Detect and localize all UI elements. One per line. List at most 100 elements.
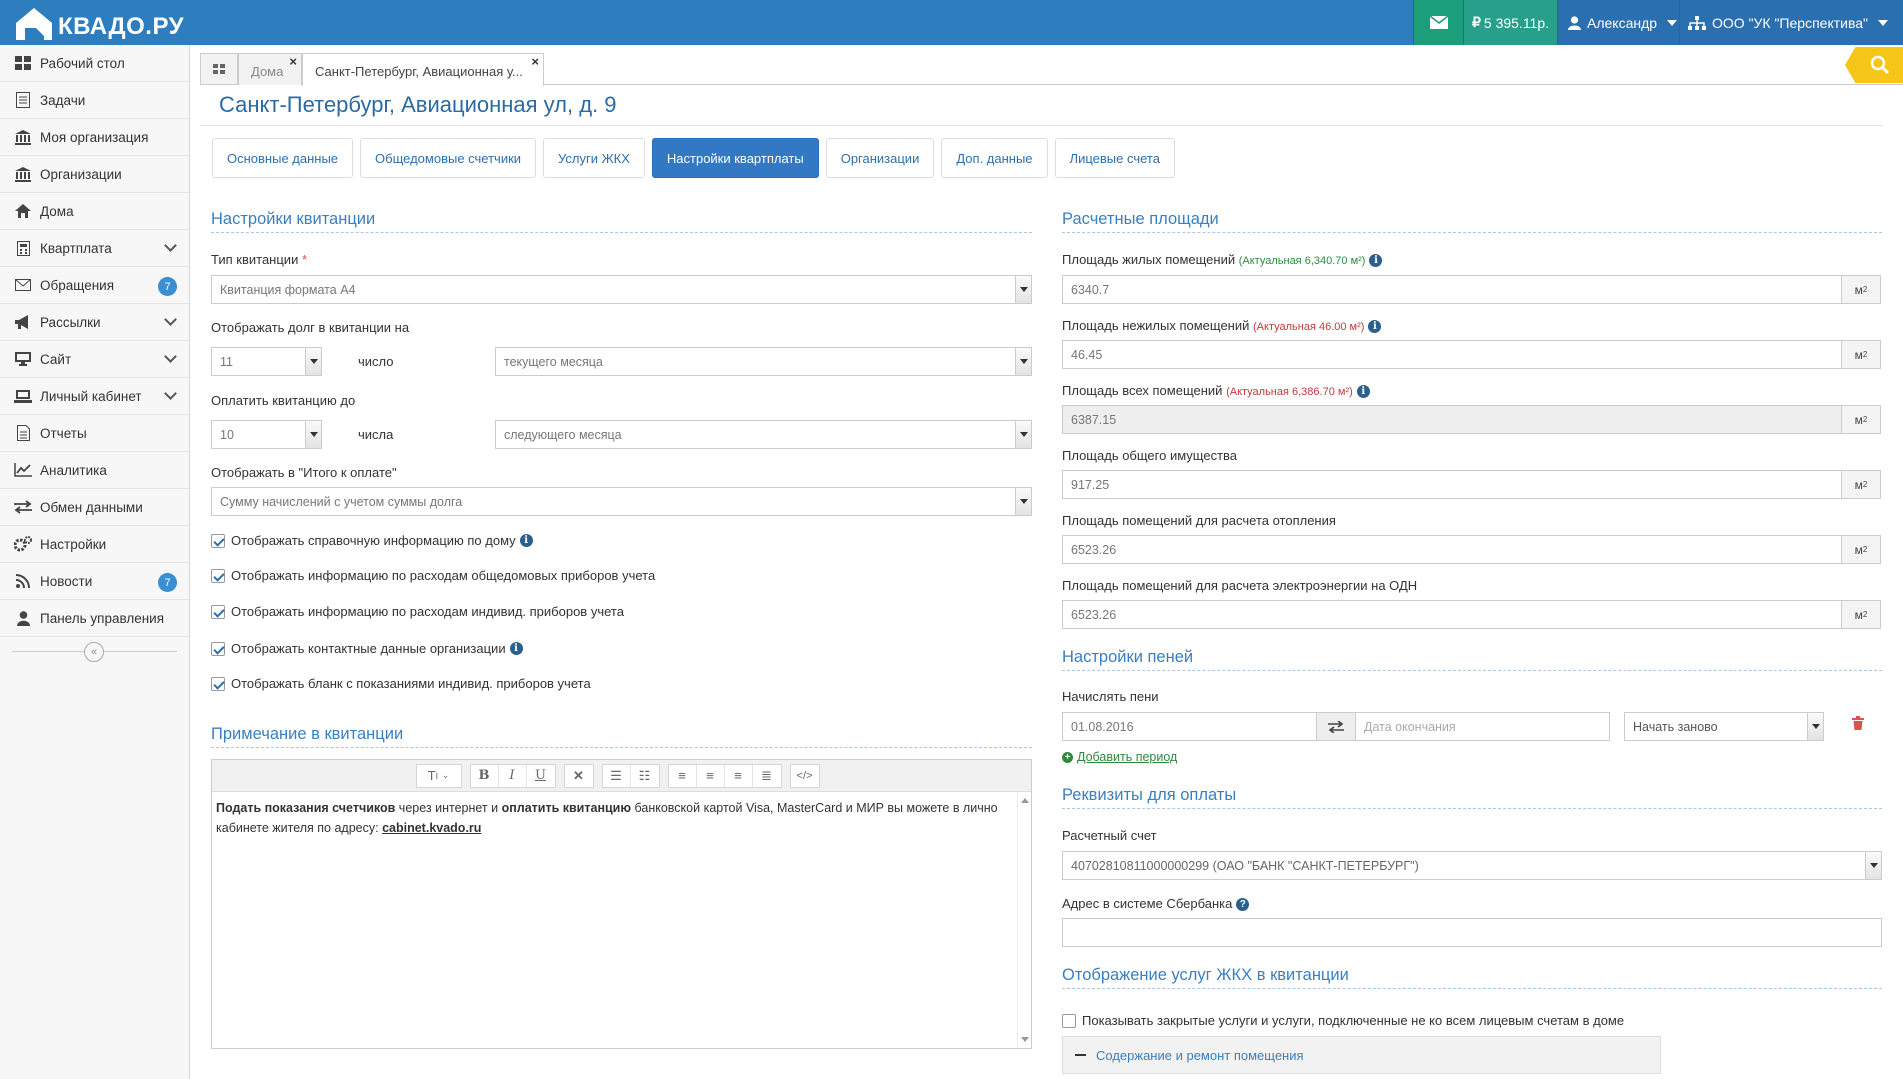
checkbox-contacts[interactable]: Отображать контактные данные организации… [211, 641, 523, 656]
align-right-icon[interactable]: ≡ [725, 764, 753, 787]
sidebar-item-tasks[interactable]: Задачи [0, 82, 189, 119]
electro-area-input[interactable]: 6523.26 [1062, 600, 1842, 629]
sidebar-item-control-panel[interactable]: Панель управления [0, 600, 189, 637]
sidebar-item-site[interactable]: Сайт [0, 341, 189, 378]
nonliving-area-input[interactable]: 46.45 [1062, 340, 1842, 369]
add-period-link[interactable]: + Добавить период [1062, 750, 1177, 764]
sidebar-item-houses[interactable]: Дома [0, 193, 189, 230]
tabs-grid-button[interactable] [200, 53, 238, 85]
pay-month-select[interactable]: следующего месяца [495, 420, 1032, 449]
penalty-start-input[interactable]: 01.08.2016 [1062, 712, 1317, 741]
subtab-extra-data[interactable]: Доп. данные [941, 138, 1048, 178]
org-menu[interactable]: ООО "УК "Перспектива" [1679, 0, 1903, 45]
checkbox[interactable] [211, 568, 225, 583]
sidebar-item-personal-cabinet[interactable]: Личный кабинет [0, 378, 189, 415]
sidebar-item-data-exchange[interactable]: Обмен данными [0, 489, 189, 526]
editor-content[interactable]: Подать показания счетчиков через интерне… [212, 792, 1012, 844]
sidebar-item-settings[interactable]: Настройки [0, 526, 189, 563]
sidebar-item-news[interactable]: Новости 7 [0, 563, 189, 600]
bullet-list-icon[interactable]: ☰ [603, 764, 631, 787]
logo[interactable]: КВАДО.РУ [14, 6, 184, 40]
sidebar-item-organizations[interactable]: Организации [0, 156, 189, 193]
scroll-up-icon[interactable] [1021, 798, 1029, 803]
checkbox-closed-services[interactable]: Показывать закрытые услуги и услуги, под… [1062, 1013, 1624, 1028]
italic-icon[interactable]: I [499, 764, 527, 787]
trash-icon[interactable] [1852, 716, 1864, 733]
sber-address-input[interactable] [1062, 918, 1882, 947]
penalty-mode-select[interactable]: Начать заново [1624, 712, 1824, 741]
info-icon[interactable]: i [1369, 254, 1383, 267]
search-button[interactable] [1845, 47, 1903, 83]
code-view-icon[interactable]: </> [791, 765, 819, 787]
align-left-icon[interactable]: ≡ [669, 764, 697, 787]
tab-house-detail[interactable]: Санкт-Петербург, Авиационная у... × [302, 53, 544, 86]
mail-button[interactable] [1413, 0, 1463, 45]
heating-area-input[interactable]: 6523.26 [1062, 535, 1842, 564]
checkbox[interactable] [211, 533, 225, 548]
subtab-rent-settings[interactable]: Настройки квартплаты [651, 138, 819, 178]
checkbox-house-info[interactable]: Отображать справочную информацию по дому… [211, 533, 533, 548]
swap-dates-button[interactable] [1316, 712, 1356, 741]
debt-day-select[interactable]: 11 [211, 347, 322, 376]
info-icon[interactable]: i [519, 534, 533, 547]
numbered-list-icon[interactable]: ☷ [631, 765, 659, 787]
checkbox-individual-meters[interactable]: Отображать информацию по расходам индиви… [211, 604, 624, 619]
checkbox[interactable] [211, 676, 225, 691]
underline-icon[interactable]: U [527, 765, 555, 787]
info-icon[interactable]: i [1368, 320, 1382, 333]
subtab-services[interactable]: Услуги ЖКХ [543, 138, 645, 178]
debt-month-select[interactable]: текущего месяца [495, 347, 1032, 376]
sidebar-item-mailings[interactable]: Рассылки [0, 304, 189, 341]
scroll-down-icon[interactable] [1021, 1037, 1029, 1042]
subtab-common-meters[interactable]: Общедомовые счетчики [360, 138, 537, 178]
tab-houses[interactable]: Дома × [238, 53, 302, 85]
align-justify-icon[interactable]: ≣ [753, 765, 781, 787]
close-icon[interactable]: × [289, 54, 297, 69]
sidebar-item-my-organization[interactable]: Моя организация [0, 119, 189, 156]
sidebar-item-dashboard[interactable]: Рабочий стол [0, 45, 189, 82]
penalty-end-input[interactable]: Дата окончания [1355, 712, 1610, 741]
checkbox[interactable] [211, 604, 225, 619]
collapse-sidebar-button[interactable]: « [84, 642, 104, 662]
home-icon [12, 202, 34, 220]
unit-addon: м2 [1841, 535, 1881, 564]
input-placeholder: Дата окончания [1364, 720, 1456, 734]
receipt-type-select[interactable]: Квитанция формата А4 [211, 275, 1032, 304]
common-area-input[interactable]: 917.25 [1062, 470, 1842, 499]
pay-day-word: числа [358, 427, 394, 442]
subtab-organizations[interactable]: Организации [825, 138, 935, 178]
cabinet-link[interactable]: cabinet.kvado.ru [382, 821, 481, 835]
select-value: Квитанция формата А4 [220, 283, 356, 297]
checkbox-common-meters[interactable]: Отображать информацию по расходам общедо… [211, 568, 655, 583]
bold-icon[interactable]: B [471, 764, 499, 787]
subtab-main-data[interactable]: Основные данные [212, 138, 354, 178]
font-size-icon[interactable]: TI ⌄ [417, 765, 461, 787]
subtab-accounts[interactable]: Лицевые счета [1054, 138, 1175, 178]
living-area-input[interactable]: 6340.7 [1062, 275, 1842, 304]
help-icon[interactable]: ? [1236, 898, 1250, 911]
sidebar-item-analytics[interactable]: Аналитика [0, 452, 189, 489]
sber-address-label: Адрес в системе Сбербанка? [1062, 896, 1250, 911]
align-center-icon[interactable]: ≡ [697, 764, 725, 787]
plus-icon: + [1062, 751, 1073, 763]
info-icon[interactable]: i [509, 642, 523, 655]
user-menu[interactable]: Александр [1557, 0, 1679, 45]
editor-scrollbar[interactable] [1017, 792, 1031, 1048]
balance-button[interactable]: ₽ 5 395.11р. [1463, 0, 1557, 45]
sidebar-item-rent[interactable]: Квартплата [0, 230, 189, 267]
close-icon[interactable]: × [531, 54, 539, 69]
sidebar-item-reports[interactable]: Отчеты [0, 415, 189, 452]
checkbox-meter-form[interactable]: Отображать бланк с показаниями индивид. … [211, 676, 591, 691]
pay-day-select[interactable]: 10 [211, 420, 322, 449]
sidebar-item-appeals[interactable]: Обращения 7 [0, 267, 189, 304]
info-icon[interactable]: i [1356, 385, 1370, 398]
account-select[interactable]: 40702810811000000299 (ОАО "БАНК "САНКТ-П… [1062, 851, 1882, 880]
clear-format-icon[interactable]: ✕ [565, 765, 593, 787]
checkbox[interactable] [211, 641, 225, 656]
debt-label: Отображать долг в квитанции на [211, 320, 410, 335]
unit-text: м [1854, 542, 1863, 557]
heating-area-label: Площадь помещений для расчета отопления [1062, 513, 1336, 528]
checkbox[interactable] [1062, 1013, 1076, 1028]
total-select[interactable]: Сумму начислений с учетом суммы долга [211, 487, 1032, 516]
service-group-accordion[interactable]: Содержание и ремонт помещения [1062, 1036, 1661, 1074]
